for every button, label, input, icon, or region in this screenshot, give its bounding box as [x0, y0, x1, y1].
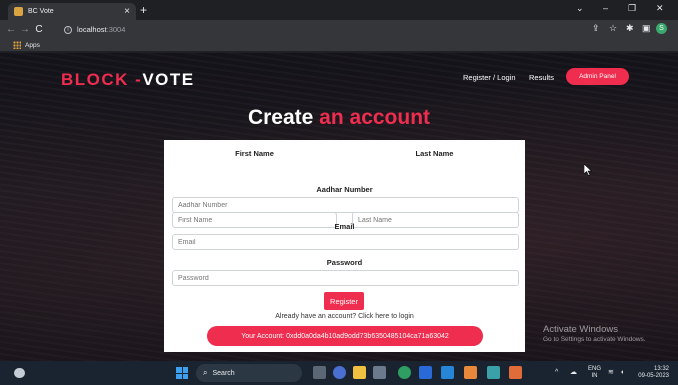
- vscode-icon[interactable]: [441, 366, 454, 379]
- login-link[interactable]: Already have an account? Click here to l…: [164, 313, 525, 320]
- clock-date: 09-05-2023: [638, 372, 669, 379]
- windows-start-icon[interactable]: [176, 367, 188, 379]
- back-arrow-icon[interactable]: ←: [4, 24, 18, 35]
- aadhar-label: Aadhar Number: [316, 185, 373, 194]
- tray-chevron-icon[interactable]: ^: [555, 369, 558, 376]
- activate-windows-watermark: Activate Windows Go to Settings to activ…: [543, 324, 646, 343]
- taskbar: ⌕ Search ^ ☁ ENG IN ≋ ◖ 13:32 09-05-2023: [0, 361, 678, 385]
- profile-avatar[interactable]: S: [656, 23, 667, 34]
- mouse-cursor-icon: [584, 164, 592, 176]
- language-code: ENG: [588, 366, 602, 372]
- store-icon[interactable]: [419, 366, 432, 379]
- watermark-title: Activate Windows: [543, 324, 618, 335]
- url-port: :3004: [106, 25, 126, 34]
- language-indicator[interactable]: ENG IN: [588, 366, 601, 380]
- wifi-icon[interactable]: ≋: [608, 369, 614, 376]
- page-title: Create an account: [0, 106, 678, 130]
- admin-panel-button[interactable]: Admin Panel: [566, 68, 629, 85]
- mail-icon[interactable]: [373, 366, 386, 379]
- side-panel-icon[interactable]: ▣: [642, 24, 651, 33]
- metamask-icon[interactable]: [464, 366, 477, 379]
- site-logo[interactable]: BLOCK -VOTE: [61, 70, 195, 90]
- extensions-icon[interactable]: ✱: [626, 24, 634, 33]
- search-icon: ⌕: [203, 368, 208, 377]
- browser-tab[interactable]: BC Vote ×: [8, 3, 136, 20]
- app-icon[interactable]: [487, 366, 500, 379]
- register-button[interactable]: Register: [324, 292, 364, 310]
- nav-register-login[interactable]: Register / Login: [463, 73, 516, 82]
- nav-results[interactable]: Results: [529, 73, 554, 82]
- app-icon-2[interactable]: [509, 366, 522, 379]
- share-icon[interactable]: ⇪: [592, 24, 600, 33]
- bookmarks-bar: Apps: [0, 39, 678, 52]
- address-bar[interactable]: i localhost:3004: [60, 22, 580, 37]
- file-explorer-icon[interactable]: [353, 366, 366, 379]
- tab-title: BC Vote: [28, 8, 54, 15]
- maximize-button[interactable]: ❐: [628, 4, 636, 13]
- aadhar-input[interactable]: [172, 197, 519, 213]
- account-address-badge: Your Account: 0xdd0a0da4b10ad9odd73b6350…: [207, 326, 483, 346]
- bookmark-apps[interactable]: Apps: [25, 42, 40, 49]
- title-white: Create: [247, 106, 320, 129]
- email-label: Email: [334, 222, 355, 231]
- close-window-button[interactable]: ✕: [656, 4, 664, 13]
- chat-icon[interactable]: [333, 366, 346, 379]
- apps-grid-icon: [13, 41, 21, 49]
- tab-search-icon[interactable]: ⌄: [576, 4, 584, 13]
- forward-arrow-icon[interactable]: →: [18, 24, 32, 35]
- reload-icon[interactable]: C: [32, 24, 46, 35]
- cloud-icon[interactable]: ☁: [570, 369, 577, 376]
- watermark-subtitle: Go to Settings to activate Windows.: [543, 336, 646, 343]
- url-host: localhost: [77, 25, 107, 34]
- volume-icon[interactable]: ◖: [620, 369, 624, 376]
- title-red: an account: [319, 106, 431, 129]
- region-code: IN: [591, 372, 598, 379]
- favicon-icon: [14, 7, 23, 16]
- password-label: Password: [326, 258, 363, 267]
- first-name-label: First Name: [235, 149, 274, 158]
- taskbar-search[interactable]: ⌕ Search: [196, 364, 302, 382]
- task-view-icon[interactable]: [313, 366, 326, 379]
- last-name-label: Last Name: [415, 149, 454, 158]
- search-label: Search: [212, 369, 235, 377]
- minimize-button[interactable]: –: [603, 4, 608, 13]
- signup-form: First Name Last Name Aadhar Number Email…: [164, 140, 525, 352]
- clock[interactable]: 13:32 09-05-2023: [633, 366, 669, 380]
- bookmark-star-icon[interactable]: ☆: [609, 24, 617, 33]
- chrome-icon[interactable]: [398, 366, 411, 379]
- clock-time: 13:32: [653, 366, 669, 372]
- email-input[interactable]: [172, 234, 519, 250]
- new-tab-button[interactable]: +: [140, 4, 147, 16]
- tab-close-icon[interactable]: ×: [124, 6, 130, 17]
- logo-block: BLOCK -: [61, 70, 143, 89]
- browser-tab-bar: BC Vote × + ⌄ – ❐ ✕: [0, 0, 678, 20]
- page-viewport: BLOCK -VOTE Register / Login Results Adm…: [0, 53, 678, 361]
- weather-icon[interactable]: [14, 368, 25, 378]
- logo-vote: VOTE: [142, 70, 195, 89]
- password-input[interactable]: [172, 270, 519, 286]
- info-icon[interactable]: i: [64, 25, 72, 34]
